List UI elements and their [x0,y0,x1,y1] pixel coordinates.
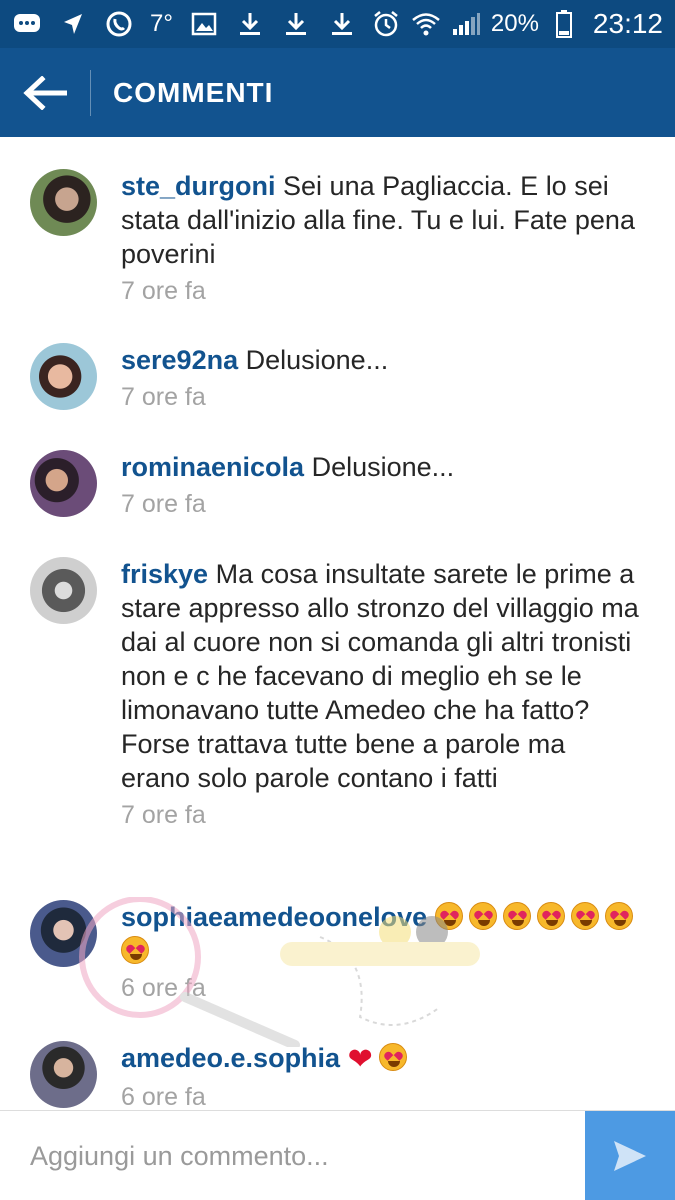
back-arrow-icon [23,75,67,110]
download-icon [235,9,265,39]
heart-eyes-emoji-icon [570,902,599,930]
status-bar: 7° 20% 23:12 [0,0,675,48]
comment-username[interactable]: friskye [121,559,208,589]
clock-text: 23:12 [592,8,663,39]
avatar[interactable] [30,557,97,624]
heart-eyes-emoji-icon [468,902,497,930]
signal-icon [451,9,481,39]
gallery-icon [189,9,219,39]
heart-eyes-emoji-icon [604,902,633,930]
red-heart-icon: ❤ [347,1043,373,1076]
comment-timestamp: 6 ore fa [121,1083,206,1110]
avatar[interactable] [30,1041,97,1108]
alarm-icon [371,9,401,39]
location-icon [58,9,88,39]
comment-timestamp: 7 ore fa [121,801,206,829]
comment-emoji: ❤ [348,1043,413,1076]
battery-percent-text: 20% [490,10,539,37]
app-bar: COMMENTI [0,48,675,137]
heart-eyes-emoji-icon [121,936,149,964]
avatar[interactable] [30,343,97,410]
messages-icon [12,9,42,39]
battery-icon [549,9,579,39]
download-icon [327,9,357,39]
comment-timestamp: 7 ore fa [121,490,206,518]
comment-input[interactable] [0,1111,585,1200]
comment-username[interactable]: ste_durgoni [121,171,276,201]
heart-eyes-emoji-icon [434,902,463,930]
comment-timestamp: 6 ore fa [121,974,206,1002]
header-divider [90,69,91,116]
comment-text: Ma cosa insultate sarete le prime a star… [121,559,639,793]
page-title: COMMENTI [113,76,274,108]
wifi-icon [411,9,441,39]
avatar[interactable] [30,900,97,967]
heart-eyes-emoji-icon [502,902,531,930]
avatar[interactable] [30,450,97,517]
comments-list[interactable]: ste_durgoni Sei una Pagliaccia. E lo sei… [0,137,675,1110]
download-icon [281,9,311,39]
comment-text: Delusione... [311,452,455,482]
back-button[interactable] [0,48,90,137]
comment-username[interactable]: amedeo.e.sophia [121,1043,340,1073]
heart-eyes-emoji-icon [536,902,565,930]
whatsapp-icon [104,9,134,39]
temperature-text: 7° [150,10,173,37]
comment-composer [0,1110,675,1200]
comment-timestamp: 7 ore fa [121,383,206,411]
comment-username[interactable]: rominaenicola [121,452,304,482]
send-button[interactable] [585,1111,675,1200]
comment-username[interactable]: sophiaeamedeoonelove [121,902,427,932]
send-icon [614,1141,646,1171]
heart-eyes-emoji-icon [378,1043,407,1071]
avatar[interactable] [30,169,97,236]
comment-username[interactable]: sere92na [121,345,238,375]
comment-text: Delusione... [245,345,389,375]
comment-timestamp: 7 ore fa [121,277,206,305]
